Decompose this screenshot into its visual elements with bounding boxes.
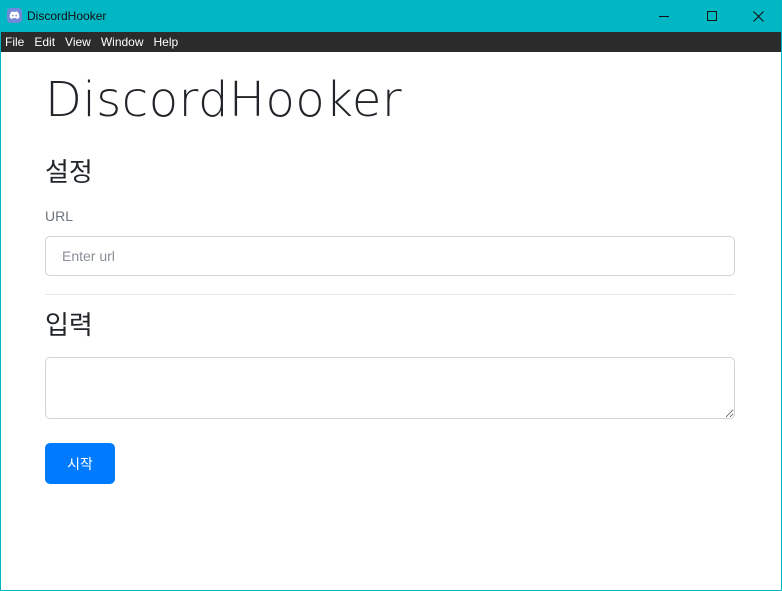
minimize-icon[interactable] — [641, 0, 687, 32]
menu-edit[interactable]: Edit — [30, 32, 61, 52]
section-divider — [45, 294, 735, 295]
input-section-title: 입력 — [45, 311, 93, 341]
title-bar[interactable]: DiscordHooker — [1, 0, 781, 32]
maximize-icon[interactable] — [689, 0, 735, 32]
close-icon[interactable] — [735, 0, 781, 32]
settings-section-title: 설정 — [45, 158, 93, 188]
main-content: DiscordHooker 설정 URL 입력 시작 — [1, 52, 781, 590]
menu-bar: File Edit View Window Help — [1, 32, 781, 52]
message-textarea[interactable] — [45, 357, 735, 419]
discord-icon — [7, 8, 22, 23]
menu-window[interactable]: Window — [97, 32, 150, 52]
menu-file[interactable]: File — [1, 32, 30, 52]
menu-view[interactable]: View — [61, 32, 97, 52]
app-window: DiscordHooker File Edit View Window Help… — [0, 0, 782, 591]
start-button[interactable]: 시작 — [45, 443, 115, 484]
url-input[interactable] — [45, 236, 735, 276]
url-label: URL — [45, 208, 74, 224]
window-title: DiscordHooker — [27, 9, 107, 23]
menu-help[interactable]: Help — [150, 32, 185, 52]
page-title: DiscordHooker — [45, 72, 403, 128]
